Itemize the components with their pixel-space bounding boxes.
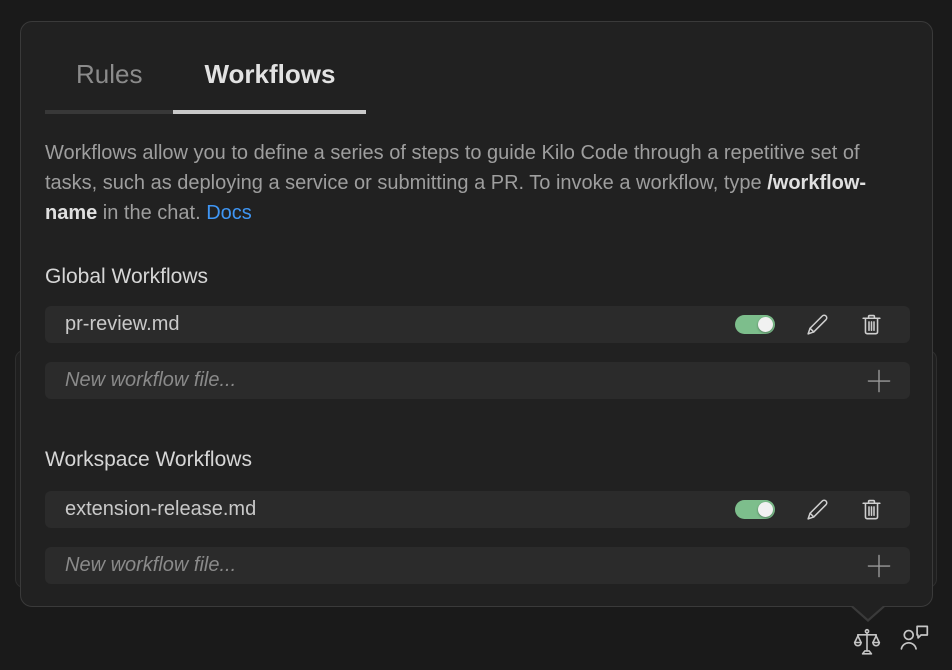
tab-rules[interactable]: Rules xyxy=(45,58,173,114)
edit-button[interactable] xyxy=(804,312,830,338)
plus-icon xyxy=(864,366,894,396)
trash-icon xyxy=(859,497,884,522)
toggle-knob xyxy=(758,317,773,332)
popover-tail-fill xyxy=(852,605,884,619)
workflow-enabled-toggle[interactable] xyxy=(735,315,775,334)
scales-icon xyxy=(852,646,882,661)
feedback-button[interactable] xyxy=(898,620,932,659)
workflow-file-name: pr-review.md xyxy=(65,313,735,336)
toggle-knob xyxy=(758,502,773,517)
workflow-file-name: extension-release.md xyxy=(65,498,735,521)
row-controls xyxy=(735,312,884,338)
workflows-popover: Rules Workflows Workflows allow you to d… xyxy=(20,21,933,607)
pencil-icon xyxy=(804,497,830,523)
new-workflow-row xyxy=(45,547,910,584)
new-workflow-input[interactable] xyxy=(65,362,864,399)
new-workflow-input[interactable] xyxy=(65,547,864,584)
add-workflow-button[interactable] xyxy=(864,551,894,581)
workspace-workflows-title: Workspace Workflows xyxy=(45,449,910,471)
tab-bar: Rules Workflows xyxy=(45,58,908,114)
rules-workflows-button[interactable] xyxy=(852,626,882,661)
description-text: Workflows allow you to define a series o… xyxy=(45,142,860,194)
tab-workflows[interactable]: Workflows xyxy=(173,58,366,114)
global-workflows-title: Global Workflows xyxy=(45,266,910,288)
edit-button[interactable] xyxy=(804,497,830,523)
new-workflow-row xyxy=(45,362,910,399)
docs-link[interactable]: Docs xyxy=(206,202,252,224)
add-workflow-button[interactable] xyxy=(864,366,894,396)
plus-icon xyxy=(864,551,894,581)
description-text-after: in the chat. xyxy=(97,202,206,224)
workflow-enabled-toggle[interactable] xyxy=(735,500,775,519)
trash-icon xyxy=(859,312,884,337)
workflow-file-row: extension-release.md xyxy=(45,491,910,528)
person-feedback-icon xyxy=(898,644,932,659)
workflows-description: Workflows allow you to define a series o… xyxy=(45,138,913,228)
row-controls xyxy=(735,497,884,523)
workflow-file-row: pr-review.md xyxy=(45,306,910,343)
delete-button[interactable] xyxy=(859,497,884,522)
delete-button[interactable] xyxy=(859,312,884,337)
pencil-icon xyxy=(804,312,830,338)
